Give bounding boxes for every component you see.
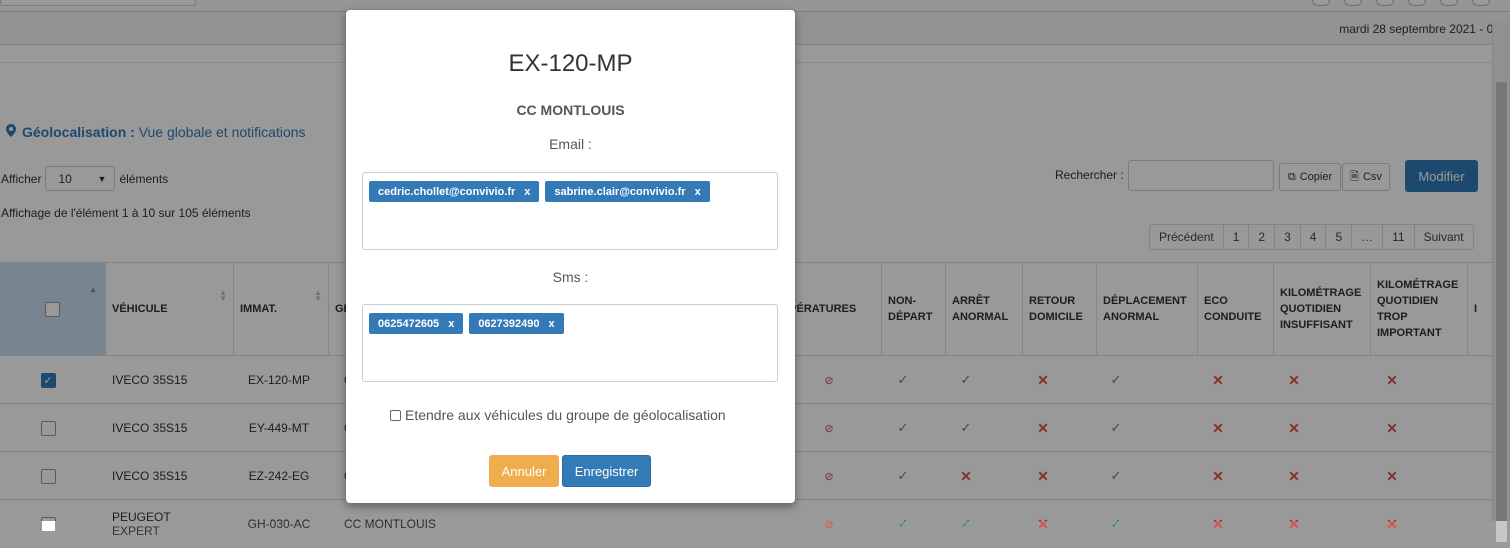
cancel-button[interactable]: Annuler <box>489 455 559 487</box>
modal-subtitle: CC MONTLOUIS <box>516 102 625 118</box>
sms-tag-text: 0627392490 <box>478 317 540 330</box>
email-tag-text: cedric.chollet@convivio.fr <box>378 185 516 198</box>
remove-tag-icon[interactable]: x <box>695 186 701 198</box>
sms-tag: 0625472605 x <box>369 313 464 334</box>
remove-tag-icon[interactable]: x <box>524 186 530 198</box>
email-tags-input[interactable]: cedric.chollet@convivio.fr x sabrine.clai… <box>362 172 778 250</box>
sms-label: Sms : <box>552 269 589 285</box>
extend-label: Etendre aux véhicules du groupe de géolo… <box>405 407 726 423</box>
email-label: Email : <box>549 136 592 152</box>
sms-tag-text: 0625472605 <box>378 317 440 330</box>
save-button[interactable]: Enregistrer <box>562 455 651 487</box>
modal-title: EX-120-MP <box>508 50 633 77</box>
sms-tag: 0627392490 x <box>469 313 564 334</box>
extend-checkbox[interactable] <box>390 409 401 421</box>
email-tag-text: sabrine.clair@convivio.fr <box>554 185 686 198</box>
email-tag: sabrine.clair@convivio.fr x <box>545 181 710 202</box>
notification-modal: EX-120-MP CC MONTLOUIS Email : cedric.ch… <box>346 10 795 503</box>
sms-tags-input[interactable]: 0625472605 x 0627392490 x <box>362 304 778 382</box>
extend-option[interactable]: Etendre aux véhicules du groupe de géolo… <box>390 407 726 423</box>
email-tag: cedric.chollet@convivio.fr x <box>369 181 540 202</box>
remove-tag-icon[interactable]: x <box>448 318 454 330</box>
remove-tag-icon[interactable]: x <box>549 318 555 330</box>
